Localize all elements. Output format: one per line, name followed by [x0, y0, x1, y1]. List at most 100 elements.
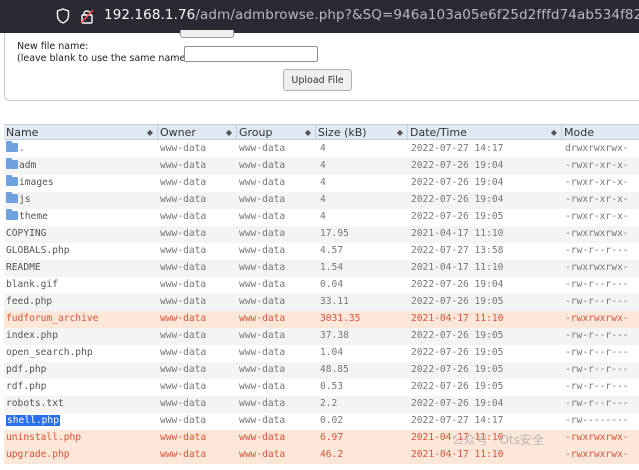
file-owner-cell: www-data	[160, 279, 207, 290]
file-name-cell[interactable]: feed.php	[6, 296, 52, 307]
file-size-cell: 2.2	[320, 398, 338, 409]
file-name-link[interactable]: rdf.php	[6, 381, 46, 392]
table-row[interactable]: adm www-data www-data 4 2022-07-26 19:04 -rwx…	[4, 158, 639, 175]
file-name-link[interactable]: robots.txt	[6, 398, 64, 409]
table-row[interactable]: feed.php www-data www-data 33.11 2022-07-26 …	[4, 294, 639, 311]
file-name-link[interactable]: feed.php	[6, 296, 52, 307]
folder-icon	[6, 209, 18, 220]
file-name-cell[interactable]: blank.gif	[6, 279, 58, 290]
file-mode-cell: -rwxr-xr-x-	[565, 194, 629, 205]
file-name-cell[interactable]: upgrade.php	[6, 449, 70, 460]
file-name-link[interactable]: adm	[19, 160, 36, 171]
table-row[interactable]: . www-data www-data 4 2022-07-27 14:17 drwxrw…	[4, 141, 639, 158]
sort-icon[interactable]: ◆	[551, 125, 557, 140]
new-file-name-input[interactable]	[184, 46, 318, 62]
file-mode-cell: -rw-r--r---	[565, 330, 629, 341]
file-owner-cell: www-data	[160, 160, 207, 171]
table-row[interactable]: upgrade.php www-data www-data 46.2 2021-04-1…	[4, 447, 639, 464]
file-name-cell[interactable]: uninstall.php	[6, 432, 81, 443]
file-name-link[interactable]: fudforum_archive	[6, 313, 98, 324]
file-size-cell: 4	[320, 177, 326, 188]
file-name-cell[interactable]: README	[6, 262, 41, 273]
file-date-cell: 2022-07-27 14:17	[411, 415, 504, 426]
table-row[interactable]: js www-data www-data 4 2022-07-26 19:04 -rwxr…	[4, 192, 639, 209]
file-name-link[interactable]: images	[19, 177, 54, 188]
file-name-link[interactable]: GLOBALS.php	[6, 245, 70, 256]
file-date-cell: 2021-04-17 11:10	[411, 262, 504, 273]
insecure-lock-icon[interactable]	[80, 8, 94, 24]
file-group-cell: www-data	[239, 262, 286, 273]
file-name-cell[interactable]: open_search.php	[6, 347, 93, 358]
sort-icon[interactable]: ◆	[147, 125, 153, 140]
file-name-link[interactable]: pdf.php	[6, 364, 46, 375]
file-name-cell[interactable]: fudforum_archive	[6, 313, 98, 324]
file-name-cell[interactable]: images	[6, 175, 54, 188]
sort-icon[interactable]: ◆	[397, 125, 403, 140]
sort-icon[interactable]: ◆	[226, 125, 232, 140]
file-group-cell: www-data	[239, 347, 286, 358]
table-row[interactable]: images www-data www-data 4 2022-07-26 19:04 -…	[4, 175, 639, 192]
file-mode-cell: -rw--------	[565, 415, 629, 426]
file-name-link[interactable]: blank.gif	[6, 279, 58, 290]
table-row[interactable]: robots.txt www-data www-data 2.2 2022-07-26 …	[4, 396, 639, 413]
file-name-cell[interactable]: robots.txt	[6, 398, 64, 409]
file-name-link[interactable]: shell.php	[6, 415, 60, 426]
column-size-header[interactable]: Size (kB) ◆	[316, 125, 408, 140]
new-file-name-label: New file name:	[17, 41, 89, 52]
file-name-cell[interactable]: COPYING	[6, 228, 46, 239]
table-row[interactable]: blank.gif www-data www-data 0.04 2022-07-26 …	[4, 277, 639, 294]
file-group-cell: www-data	[239, 143, 286, 154]
file-name-cell[interactable]: js	[6, 192, 31, 205]
file-group-cell: www-data	[239, 211, 286, 222]
file-name-link[interactable]: theme	[19, 211, 48, 222]
table-row[interactable]: pdf.php www-data www-data 48.85 2022-07-26 1…	[4, 362, 639, 379]
shield-icon[interactable]	[56, 8, 70, 24]
column-mode-header[interactable]: Mode	[562, 125, 639, 140]
file-owner-cell: www-data	[160, 194, 207, 205]
file-date-cell: 2022-07-26 19:05	[411, 381, 504, 392]
table-row[interactable]: README www-data www-data 1.54 2021-04-17 11:…	[4, 260, 639, 277]
file-name-link[interactable]: .	[19, 143, 25, 154]
file-size-cell: 1.54	[320, 262, 344, 273]
file-name-cell[interactable]: GLOBALS.php	[6, 245, 70, 256]
table-row[interactable]: rdf.php www-data www-data 0.53 2022-07-26 19…	[4, 379, 639, 396]
column-datetime-header[interactable]: Date/Time ◆	[408, 125, 562, 140]
table-row[interactable]: theme www-data www-data 4 2022-07-26 19:05 -r…	[4, 209, 639, 226]
column-name-header[interactable]: Name ◆	[4, 125, 158, 140]
address-bar[interactable]: 192.168.1.76/adm/admbrowse.php?&SQ=946a1…	[0, 0, 639, 33]
browse-button[interactable]	[180, 30, 234, 38]
upload-file-button[interactable]: Upload File	[283, 69, 352, 91]
sort-icon[interactable]: ◆	[305, 125, 311, 140]
file-size-cell: 4	[320, 211, 326, 222]
file-owner-cell: www-data	[160, 143, 207, 154]
file-name-link[interactable]: upgrade.php	[6, 449, 70, 460]
table-row[interactable]: COPYING www-data www-data 17.95 2021-04-17 1…	[4, 226, 639, 243]
file-name-link[interactable]: open_search.php	[6, 347, 93, 358]
file-name-link[interactable]: js	[19, 194, 31, 205]
table-row[interactable]: fudforum_archive www-data www-data 3031.35 2…	[4, 311, 639, 328]
file-owner-cell: www-data	[160, 330, 207, 341]
file-group-cell: www-data	[239, 449, 286, 460]
column-owner-header[interactable]: Owner ◆	[158, 125, 237, 140]
table-row[interactable]: index.php www-data www-data 37.38 2022-07-26…	[4, 328, 639, 345]
file-name-cell[interactable]: index.php	[6, 330, 58, 341]
file-name-link[interactable]: index.php	[6, 330, 58, 341]
table-row[interactable]: shell.php www-data www-data 0.02 2022-07-27 …	[4, 413, 639, 430]
file-mode-cell: -rw-r--r---	[565, 381, 629, 392]
file-name-cell[interactable]: shell.php	[6, 415, 60, 426]
column-group-header[interactable]: Group ◆	[237, 125, 316, 140]
file-name-cell[interactable]: .	[6, 141, 25, 154]
url-text[interactable]: 192.168.1.76/adm/admbrowse.php?&SQ=946a1…	[104, 7, 639, 23]
file-name-cell[interactable]: pdf.php	[6, 364, 46, 375]
file-name-link[interactable]: COPYING	[6, 228, 46, 239]
file-owner-cell: www-data	[160, 313, 207, 324]
file-name-link[interactable]: README	[6, 262, 41, 273]
file-name-cell[interactable]: adm	[6, 158, 36, 171]
file-name-link[interactable]: uninstall.php	[6, 432, 81, 443]
table-row[interactable]: GLOBALS.php www-data www-data 4.57 2022-07-2…	[4, 243, 639, 260]
file-size-cell: 37.38	[320, 330, 349, 341]
file-name-cell[interactable]: rdf.php	[6, 381, 46, 392]
file-name-cell[interactable]: theme	[6, 209, 48, 222]
table-row[interactable]: open_search.php www-data www-data 1.04 2022-…	[4, 345, 639, 362]
file-group-cell: www-data	[239, 398, 286, 409]
